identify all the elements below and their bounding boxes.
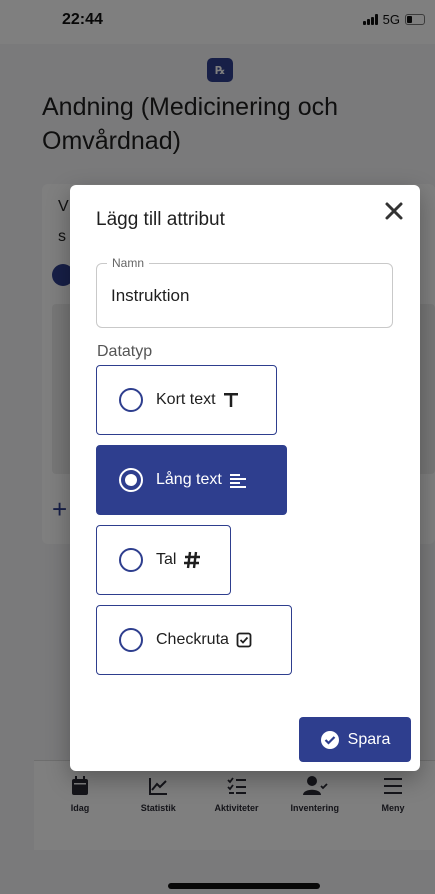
option-label-tal: Tal — [156, 551, 177, 568]
hash-icon — [183, 551, 201, 569]
radio-kort-text[interactable] — [119, 388, 143, 412]
option-tal[interactable]: Tal — [96, 525, 231, 595]
option-label-lang-text: Lång text — [156, 471, 222, 488]
radio-tal[interactable] — [119, 548, 143, 572]
name-field-value[interactable]: Instruktion — [111, 286, 189, 306]
check-circle-icon — [320, 730, 339, 749]
close-button[interactable] — [379, 196, 409, 226]
option-kort-text[interactable]: Kort text — [96, 365, 277, 435]
save-button-label: Spara — [347, 730, 391, 748]
dialog-title: Lägg till attribut — [96, 209, 225, 230]
radio-checkruta[interactable] — [119, 628, 143, 652]
option-lang-text[interactable]: Lång text — [96, 445, 287, 515]
text-type-icon — [223, 391, 239, 409]
name-field[interactable]: Namn Instruktion — [96, 256, 393, 328]
radio-lang-text[interactable] — [119, 468, 143, 492]
checkbox-icon — [236, 632, 252, 648]
option-label-kort-text: Kort text — [156, 391, 216, 408]
option-label-checkruta: Checkruta — [156, 631, 229, 648]
datatype-label: Datatyp — [97, 343, 153, 360]
long-text-icon — [229, 472, 247, 488]
save-button[interactable]: Spara — [299, 717, 411, 762]
close-icon — [385, 202, 403, 220]
option-checkruta[interactable]: Checkruta — [96, 605, 292, 675]
name-field-label: Namn — [107, 256, 150, 270]
add-attribute-dialog: Lägg till attribut Namn Instruktion Data… — [70, 185, 420, 771]
